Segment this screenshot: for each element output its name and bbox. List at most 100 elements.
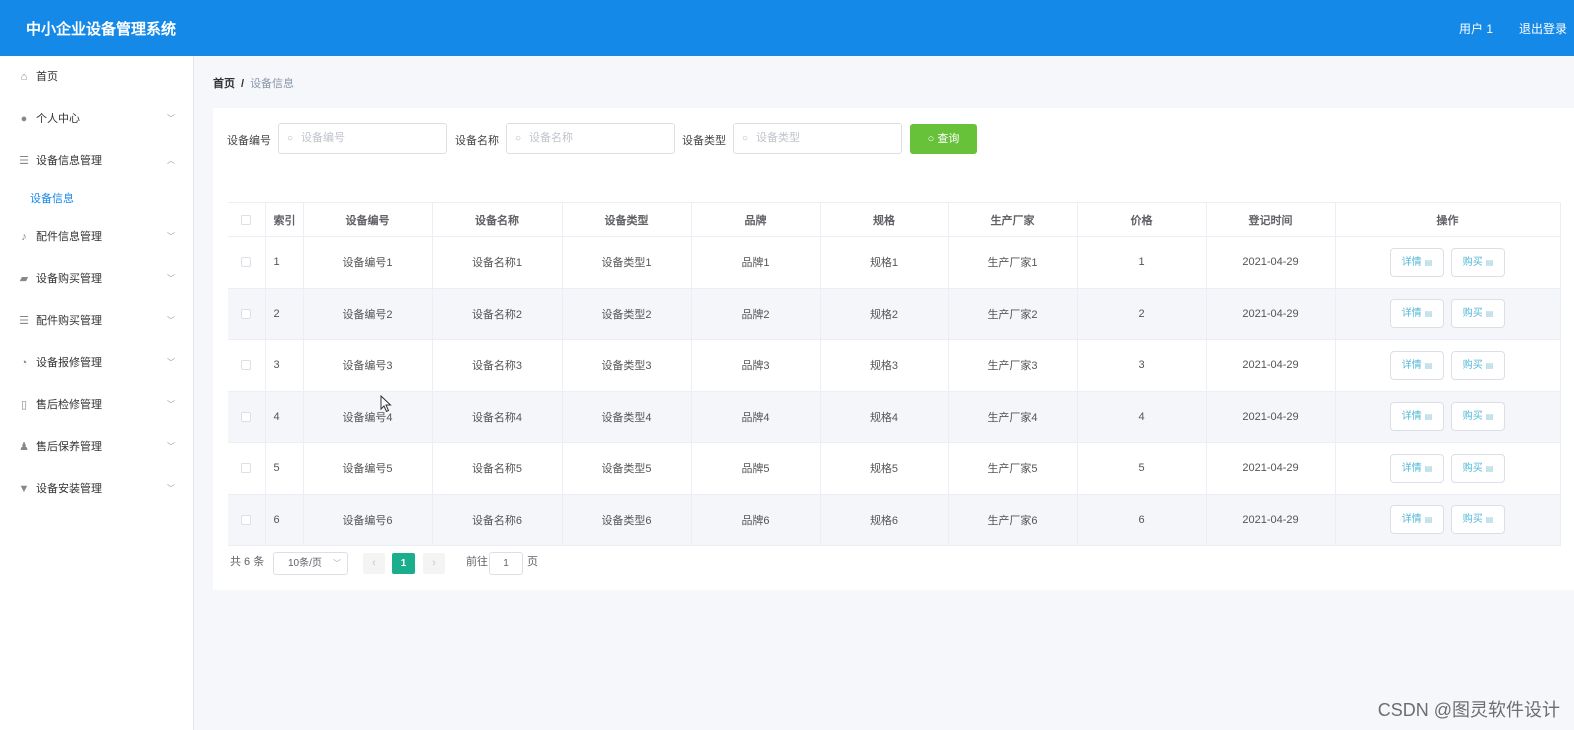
cell: 5	[1077, 442, 1207, 495]
sidebar-subitem-device-info[interactable]: 设备信息	[0, 182, 193, 216]
sidebar-item-parts-info-mgmt[interactable]: ♪ 配件信息管理 ﹀	[0, 216, 193, 258]
cell: 2021-04-29	[1206, 494, 1336, 546]
chevron-down-icon: ﹀	[167, 114, 175, 123]
chevron-down-icon: ﹀	[167, 316, 175, 325]
document-icon: ▤	[1424, 360, 1433, 370]
list-icon: ☰	[19, 155, 29, 167]
cell: 2	[1077, 288, 1207, 340]
cell: 品牌2	[691, 288, 821, 340]
sidebar-item-device-info-mgmt[interactable]: ☰ 设备信息管理 ︿	[0, 140, 193, 182]
row-checkbox[interactable]	[241, 257, 252, 268]
cell: 设备编号4	[303, 391, 433, 443]
buy-button[interactable]: 购买 ▤	[1451, 247, 1506, 277]
select-all-checkbox[interactable]	[241, 214, 252, 225]
cell: 设备名称4	[432, 391, 563, 443]
search-icon: ○	[927, 133, 938, 145]
cell: 规格6	[820, 494, 949, 546]
placeholder-text: 设备名称	[529, 132, 573, 144]
current-user: 用户 1	[1458, 22, 1493, 36]
search-input-device-no[interactable]: ○ 设备编号	[278, 123, 447, 154]
phone-icon: ▯	[20, 399, 28, 411]
detail-button[interactable]: 详情 ▤	[1389, 247, 1444, 277]
document-icon: ▤	[1485, 515, 1494, 525]
cell: 生产厂家6	[948, 494, 1078, 546]
row-select-cell[interactable]	[228, 494, 266, 546]
table-row: 2 设备编号2 设备名称2 设备类型2 品牌2 规格2 生产厂家2 2 2021…	[228, 288, 1561, 340]
cell: 2021-04-29	[1206, 442, 1336, 495]
sidebar-item-parts-purchase-mgmt[interactable]: ☰ 配件购买管理 ﹀	[0, 300, 193, 342]
search-input-device-name[interactable]: ○ 设备名称	[506, 123, 675, 154]
search-input-device-type[interactable]: ○ 设备类型	[733, 123, 902, 154]
page-suffix: 页	[527, 556, 538, 568]
row-checkbox[interactable]	[241, 360, 252, 371]
detail-button[interactable]: 详情 ▤	[1389, 350, 1444, 380]
search-icon: ○	[287, 133, 294, 144]
column-header: 索引	[265, 202, 304, 237]
detail-button[interactable]: 详情 ▤	[1389, 505, 1444, 535]
buy-button[interactable]: 购买 ▤	[1451, 505, 1506, 535]
cell: 4	[1077, 391, 1207, 443]
row-select-cell[interactable]	[228, 339, 266, 392]
table-row: 5 设备编号5 设备名称5 设备类型5 品牌5 规格5 生产厂家5 5 2021…	[228, 442, 1561, 495]
sidebar-item-aftersale-inspection-mgmt[interactable]: ▯ 售后检修管理 ﹀	[0, 384, 193, 426]
cell: 设备类型6	[562, 494, 692, 546]
chevron-up-icon: ︿	[167, 156, 175, 165]
buy-button[interactable]: 购买 ▤	[1451, 350, 1506, 380]
sidebar-item-home[interactable]: ⌂ 首页	[0, 56, 193, 98]
cell: 规格2	[820, 288, 949, 340]
query-button[interactable]: ○ 查询	[910, 124, 977, 154]
search-label-device-name: 设备名称	[455, 135, 499, 147]
row-checkbox[interactable]	[241, 308, 252, 319]
row-select-cell[interactable]	[228, 391, 266, 443]
buy-button[interactable]: 购买 ▤	[1451, 402, 1506, 432]
chevron-down-icon: ﹀	[167, 274, 175, 283]
sidebar-item-profile[interactable]: ● 个人中心 ﹀	[0, 98, 193, 140]
cell: 2021-04-29	[1206, 391, 1336, 443]
watermark: CSDN @图灵软件设计	[1377, 700, 1560, 720]
cell: 1	[1077, 236, 1207, 289]
sidebar-item-device-purchase-mgmt[interactable]: ▰ 设备购买管理 ﹀	[0, 258, 193, 300]
detail-button-label: 详情	[1401, 359, 1422, 371]
row-checkbox[interactable]	[241, 514, 252, 525]
mic-icon: ♪	[21, 231, 27, 243]
buy-button[interactable]: 购买 ▤	[1451, 453, 1506, 483]
search-icon: ○	[742, 133, 749, 144]
sidebar-item-label: 首页	[36, 71, 58, 83]
list-icon: ☰	[19, 315, 29, 327]
row-checkbox[interactable]	[241, 463, 252, 474]
page-number-current[interactable]: 1	[392, 553, 415, 574]
cell: 2021-04-29	[1206, 339, 1336, 392]
breadcrumb-home[interactable]: 首页	[213, 78, 235, 90]
sidebar-item-label: 设备报修管理	[36, 357, 102, 369]
column-header: 设备编号	[303, 202, 433, 237]
page-size-select[interactable]: 10条/页 ﹀	[273, 552, 348, 575]
detail-button[interactable]: 详情 ▤	[1389, 299, 1444, 329]
prev-page-button[interactable]: ‹	[363, 553, 385, 574]
goto-page-input[interactable]: 1	[489, 552, 523, 575]
actions-cell: 详情 ▤ 购买 ▤	[1335, 442, 1561, 495]
detail-button[interactable]: 详情 ▤	[1389, 402, 1444, 432]
next-page-button[interactable]: ›	[423, 553, 445, 574]
actions-cell: 详情 ▤ 购买 ▤	[1335, 494, 1561, 546]
document-icon: ▤	[1424, 515, 1433, 525]
row-checkbox[interactable]	[241, 411, 252, 422]
buy-button[interactable]: 购买 ▤	[1451, 299, 1506, 329]
breadcrumb-current: 设备信息	[250, 78, 295, 90]
search-label-device-type: 设备类型	[682, 135, 726, 147]
row-select-cell[interactable]	[228, 288, 266, 340]
detail-button-label: 详情	[1401, 514, 1422, 526]
logout-link[interactable]: 退出登录	[1519, 20, 1567, 37]
chat-icon: ▰	[19, 273, 29, 285]
row-select-cell[interactable]	[228, 236, 266, 289]
sidebar-item-aftersale-maintenance-mgmt[interactable]: ♟ 售后保养管理 ﹀	[0, 426, 193, 468]
cell: 3	[1077, 339, 1207, 392]
detail-button[interactable]: 详情 ▤	[1389, 453, 1444, 483]
sidebar-item-installation-mgmt[interactable]: ▼ 设备安装管理 ﹀	[0, 468, 193, 510]
sidebar-item-repair-mgmt[interactable]: ◔ 设备报修管理 ﹀	[0, 342, 193, 384]
document-icon: ▤	[1485, 412, 1494, 422]
select-all-cell[interactable]	[228, 202, 266, 237]
actions-cell: 详情 ▤ 购买 ▤	[1335, 339, 1561, 392]
row-select-cell[interactable]	[228, 442, 266, 495]
cell: 设备名称6	[432, 494, 563, 546]
column-header: 价格	[1077, 202, 1207, 237]
